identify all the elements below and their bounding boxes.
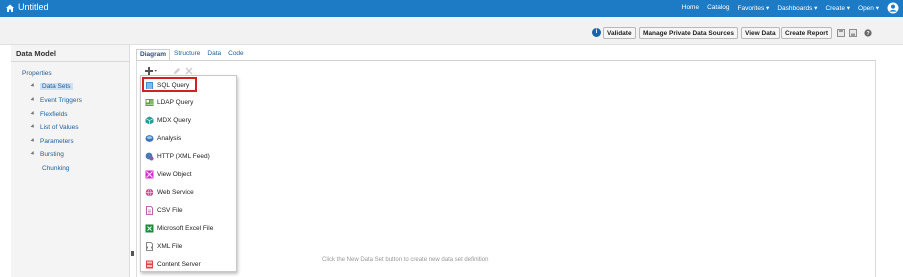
mdx-query-icon (145, 116, 154, 125)
nav-catalog[interactable]: Catalog (707, 4, 729, 12)
menu-item-label: CSV File (157, 207, 183, 214)
menu-item-mdx-query[interactable]: MDX Query (141, 115, 238, 127)
expand-arrow-icon[interactable] (30, 124, 36, 129)
tree-item-label: Parameters (40, 138, 74, 145)
tree-item-chunking[interactable]: Chunking (42, 165, 69, 172)
tree-item-label: List of Values (40, 124, 79, 131)
tree-item-data-sets[interactable]: Data Sets (30, 83, 73, 90)
menu-item-label: Content Server (157, 261, 201, 268)
menu-item-label: View Object (157, 171, 192, 178)
expand-arrow-icon[interactable] (30, 138, 36, 143)
menu-item-label: Analysis (157, 135, 182, 142)
nav-open[interactable]: Open ▾ (858, 4, 879, 12)
tree-item-label: Bursting (40, 151, 64, 158)
create-report-button[interactable]: Create Report (781, 27, 832, 39)
tree-item-parameters[interactable]: Parameters (30, 138, 74, 145)
app-title: Untitled (18, 2, 49, 12)
expand-arrow-icon[interactable] (30, 83, 36, 88)
tree-item-event-triggers[interactable]: Event Triggers (30, 97, 82, 104)
tree-item-properties[interactable]: Properties (22, 70, 52, 77)
expand-arrow-icon[interactable] (30, 111, 36, 116)
global-nav: Home Catalog Favorites ▾ Dashboards ▾ Cr… (682, 4, 879, 12)
nav-favorites[interactable]: Favorites ▾ (738, 4, 770, 12)
panel-title: Data Model (16, 49, 57, 58)
web-service-icon (145, 188, 154, 197)
save-icon[interactable] (837, 29, 845, 37)
menu-item-label: XML File (157, 243, 183, 250)
expand-arrow-icon[interactable] (30, 151, 36, 156)
highlight-annotation (142, 77, 197, 92)
diagram-canvas[interactable] (136, 61, 876, 277)
menu-item-http-xml-feed[interactable]: HTTP (XML Feed) (141, 151, 238, 163)
tree-item-label: Flexfields (40, 111, 68, 118)
menu-item-label: HTTP (XML Feed) (157, 153, 210, 160)
view-object-icon (145, 170, 154, 179)
xml-file-icon (146, 242, 153, 251)
menu-item-xml-file[interactable]: XML File (141, 241, 238, 253)
tree-item-label: Event Triggers (40, 97, 82, 104)
expand-arrow-icon[interactable] (30, 97, 36, 102)
menu-item-label: Microsoft Excel File (157, 225, 214, 232)
menu-item-microsoft-excel-file[interactable]: Microsoft Excel File (141, 223, 238, 235)
nav-create[interactable]: Create ▾ (825, 4, 850, 12)
menu-item-view-object[interactable]: View Object (141, 169, 238, 181)
excel-file-icon (145, 224, 154, 233)
tree-item-label: Data Sets (40, 83, 73, 90)
menu-item-csv-file[interactable]: CSV File (141, 205, 238, 217)
edit-icon[interactable] (173, 67, 181, 75)
menu-item-ldap-query[interactable]: LDAP Query (141, 97, 238, 109)
http-feed-icon (145, 152, 154, 161)
help-icon[interactable]: ? (864, 29, 872, 37)
panel-divider (11, 61, 130, 62)
data-model-panel: Data Model Properties Data Sets Event Tr… (11, 45, 130, 277)
view-data-button[interactable]: View Data (741, 27, 780, 39)
menu-item-label: Web Service (157, 189, 194, 196)
top-navigation-bar: Untitled Home Catalog Favorites ▾ Dashbo… (0, 0, 903, 17)
manage-private-data-sources-button[interactable]: Manage Private Data Sources (639, 27, 739, 39)
menu-item-analysis[interactable]: Analysis (141, 133, 238, 145)
menu-item-label: MDX Query (157, 117, 191, 124)
content-server-icon (146, 260, 153, 269)
home-icon[interactable] (5, 3, 15, 13)
menu-item-content-server[interactable]: Content Server (141, 259, 238, 271)
validate-button[interactable]: Validate (603, 27, 636, 39)
menu-item-web-service[interactable]: Web Service (141, 187, 238, 199)
canvas-empty-hint: Click the New Data Set button to create … (322, 257, 489, 263)
tree-item-bursting[interactable]: Bursting (30, 151, 64, 158)
toolbar: i Validate Manage Private Data Sources V… (0, 17, 903, 45)
csv-file-icon (146, 206, 153, 215)
info-icon[interactable]: i (592, 28, 601, 37)
new-data-set-menu: SQL Query LDAP Query MDX Query Analysis … (140, 75, 237, 272)
analysis-icon (145, 135, 154, 142)
save-as-icon[interactable] (849, 29, 857, 37)
menu-item-label: LDAP Query (157, 99, 194, 106)
delete-icon[interactable] (185, 67, 193, 75)
nav-home[interactable]: Home (682, 4, 699, 12)
tree-item-list-of-values[interactable]: List of Values (30, 124, 79, 131)
panel-splitter-handle[interactable] (131, 251, 134, 256)
nav-dashboards[interactable]: Dashboards ▾ (777, 4, 817, 12)
tree-item-flexfields[interactable]: Flexfields (30, 111, 68, 118)
ldap-query-icon (145, 99, 154, 106)
user-avatar-icon[interactable] (887, 2, 899, 14)
